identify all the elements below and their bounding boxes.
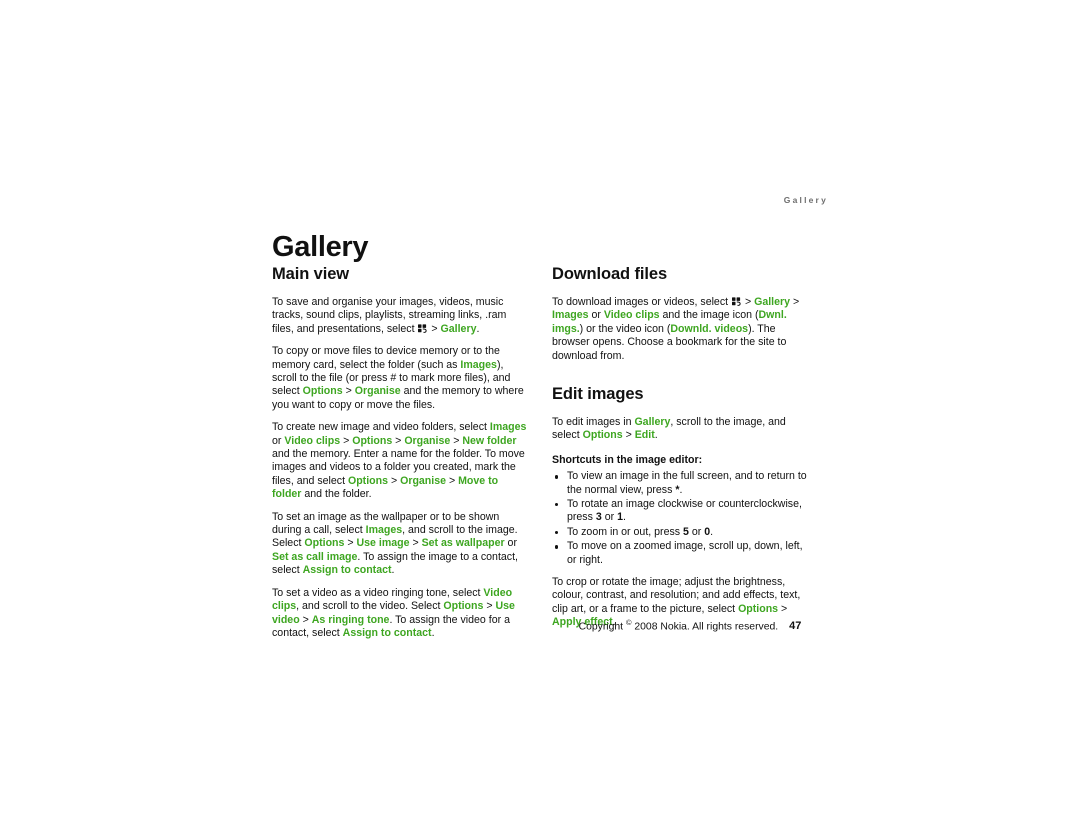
section-heading-edit-images: Edit images <box>552 385 644 403</box>
text-fragment: > <box>450 434 463 447</box>
text-fragment: To edit images in <box>552 415 635 428</box>
text-fragment: > <box>790 295 800 308</box>
text-fragment: . <box>654 429 658 442</box>
menu-path-options: Options <box>443 600 484 613</box>
menu-path-images: Images <box>489 421 527 434</box>
right-column: Download files To download images or vid… <box>552 265 810 630</box>
text-fragment: To download images or videos, select <box>552 295 732 308</box>
page-footer: Copyright © 2008 Nokia. All rights reser… <box>552 618 828 632</box>
text-fragment: To zoom in or out, press <box>567 525 683 538</box>
text-fragment: > <box>742 295 755 308</box>
menu-path-images: Images <box>552 309 589 322</box>
menu-path-options: Options <box>352 434 393 447</box>
text-fragment: > <box>388 474 401 487</box>
menu-path-options: Options <box>304 537 345 550</box>
shortcuts-label: Shortcuts in the image editor: <box>552 453 703 466</box>
menu-path-downld-videos: Downld. videos <box>670 322 749 335</box>
bullet-icon <box>555 475 559 479</box>
text-fragment: or <box>588 309 604 322</box>
menu-path-new-folder: New folder <box>462 434 517 447</box>
bullet-icon <box>555 545 559 549</box>
left-column: Main view To save and organise your imag… <box>272 265 530 640</box>
shortcuts-list: To view an image in the full screen, and… <box>552 470 810 567</box>
text-fragment: . <box>431 626 435 639</box>
paragraph-create-folders: To create new image and video folders, s… <box>272 421 530 501</box>
text-fragment: > <box>392 434 405 447</box>
copyright-text: Copyright <box>578 621 626 633</box>
paragraph-copy-move: To copy or move files to device memory o… <box>272 345 530 412</box>
menu-path-images: Images <box>460 358 497 371</box>
paragraph-set-wallpaper: To set an image as the wallpaper or to b… <box>272 511 530 578</box>
menu-path-gallery: Gallery <box>754 295 791 308</box>
paragraph-video-ringing-tone: To set a video as a video ringing tone, … <box>272 587 530 641</box>
list-item: To rotate an image clockwise or counterc… <box>552 498 810 525</box>
text-fragment: > <box>622 429 635 442</box>
text-fragment: or <box>272 434 285 447</box>
paragraph-download: To download images or videos, select > G… <box>552 296 810 363</box>
menu-path-gallery: Gallery <box>634 415 671 428</box>
page-title: Gallery <box>272 231 369 264</box>
text-fragment: To view an image in the full screen, and… <box>567 470 807 496</box>
text-fragment: . <box>391 564 395 577</box>
text-fragment: or <box>504 537 517 550</box>
text-fragment: and the folder. <box>301 488 372 501</box>
section-heading-main-view: Main view <box>272 265 350 283</box>
text-fragment: or <box>688 525 705 538</box>
menu-path-organise: Organise <box>354 385 401 398</box>
menu-path-as-ringing-tone: As ringing tone <box>311 613 390 626</box>
paragraph-edit-images: To edit images in Gallery, scroll to the… <box>552 416 810 443</box>
menu-path-organise: Organise <box>404 434 451 447</box>
menu-path-images: Images <box>365 524 403 537</box>
text-fragment: > <box>446 474 459 487</box>
copyright-text-post: 2008 Nokia. All rights reserved. <box>631 621 779 633</box>
text-fragment: > <box>342 385 355 398</box>
menu-key-icon <box>418 324 428 333</box>
bullet-icon <box>555 531 559 535</box>
menu-path-organise: Organise <box>400 474 447 487</box>
text-fragment: > <box>428 322 441 335</box>
list-item: To zoom in or out, press 5 or 0. <box>552 526 810 539</box>
text-fragment: > <box>340 434 353 447</box>
menu-path-set-as-wallpaper: Set as wallpaper <box>421 537 505 550</box>
text-fragment: and the image icon ( <box>659 309 759 322</box>
menu-path-video-clips: Video clips <box>284 434 341 447</box>
text-fragment: > <box>299 613 312 626</box>
text-fragment: To set a video as a video ringing tone, … <box>272 586 484 599</box>
menu-path-edit: Edit <box>634 429 655 442</box>
menu-path-options: Options <box>582 429 623 442</box>
two-column-body: Main view To save and organise your imag… <box>272 265 828 645</box>
text-fragment: To move on a zoomed image, scroll up, do… <box>567 540 803 566</box>
text-fragment: > <box>409 537 422 550</box>
menu-path-options: Options <box>347 474 388 487</box>
paragraph-save-organise: To save and organise your images, videos… <box>272 296 530 336</box>
menu-path-gallery: Gallery <box>440 322 477 335</box>
menu-key-icon <box>732 297 741 306</box>
text-fragment: . <box>679 483 683 496</box>
list-item: To move on a zoomed image, scroll up, do… <box>552 540 810 567</box>
text-fragment: . <box>476 322 480 335</box>
menu-path-use-image: Use image <box>356 537 410 550</box>
bullet-icon <box>555 503 559 507</box>
text-fragment: To create new image and video folders, s… <box>272 421 490 434</box>
page-number: 47 <box>789 620 802 633</box>
text-fragment: . <box>710 525 714 538</box>
menu-path-options: Options <box>302 385 343 398</box>
text-fragment: , and scroll to the video. Select <box>296 600 444 613</box>
menu-path-assign-to-contact: Assign to contact <box>342 626 432 639</box>
text-fragment: > <box>344 537 357 550</box>
text-fragment: ) or the video icon ( <box>579 322 671 335</box>
text-fragment: or <box>601 511 618 524</box>
menu-path-video-clips: Video clips <box>603 309 660 322</box>
section-heading-download-files: Download files <box>552 265 668 283</box>
list-item: To view an image in the full screen, and… <box>552 470 810 497</box>
text-fragment: > <box>778 602 788 615</box>
running-header: Gallery <box>783 195 828 205</box>
menu-path-assign-to-contact: Assign to contact <box>302 564 392 577</box>
text-fragment: . <box>622 511 626 524</box>
text-fragment: > <box>483 600 496 613</box>
menu-path-set-as-call-image: Set as call image <box>272 550 358 563</box>
menu-path-options: Options <box>738 602 779 615</box>
document-page: Gallery Gallery Main view To save and or… <box>0 0 1080 834</box>
